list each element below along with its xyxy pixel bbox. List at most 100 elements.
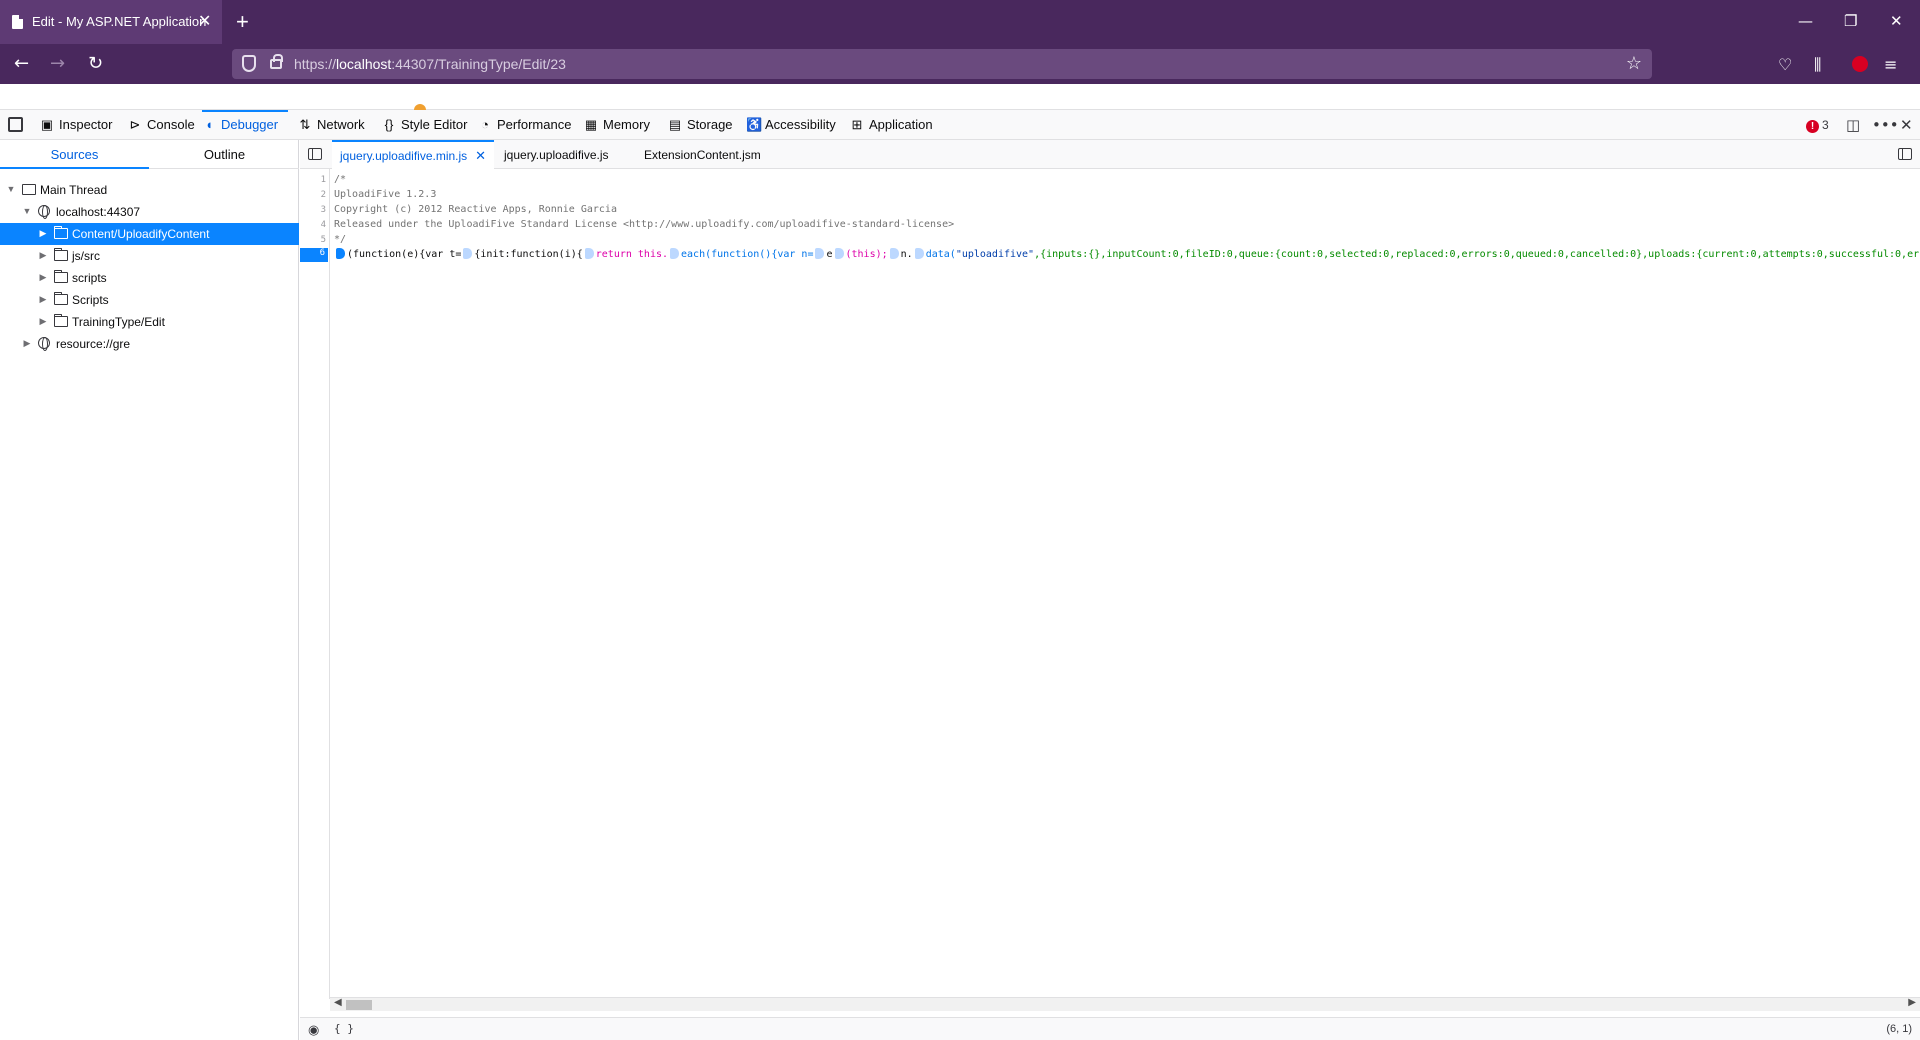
reload-icon[interactable]: ↻: [88, 53, 103, 74]
tab-console[interactable]: ⊳ Console: [128, 110, 195, 140]
breakpoint-position-marker[interactable]: [889, 248, 899, 259]
tracking-protection-icon[interactable]: [242, 55, 256, 72]
window-icon: [22, 184, 36, 195]
tree-node-uploadify-content[interactable]: ▶ Content/UploadifyContent: [0, 223, 299, 245]
url-text[interactable]: https://localhost:44307/TrainingType/Edi…: [294, 56, 566, 72]
tab-inspector[interactable]: ▣ Inspector: [40, 110, 113, 140]
globe-icon: [38, 205, 50, 219]
line-number[interactable]: 1: [300, 175, 326, 185]
editor-tab-uploadifive-min[interactable]: jquery.uploadifive.min.js ✕: [332, 140, 495, 169]
tab-style-editor[interactable]: {} Style Editor: [382, 110, 468, 140]
code-line[interactable]: */: [334, 234, 346, 245]
toggle-sources-pane-icon[interactable]: [308, 148, 322, 160]
minimize-icon[interactable]: —: [1798, 12, 1813, 30]
browser-tab-active[interactable]: Edit - My ASP.NET Application ✕: [0, 0, 222, 44]
scroll-left-icon[interactable]: ◀: [334, 997, 342, 1008]
code-line[interactable]: Copyright (c) 2012 Reactive Apps, Ronnie…: [334, 204, 617, 215]
editor-tab-label: jquery.uploadifive.min.js: [340, 149, 468, 163]
tab-debugger[interactable]: ◖ Debugger: [202, 110, 288, 140]
error-count-badge[interactable]: ! 3: [1806, 118, 1829, 133]
code-line[interactable]: /*: [334, 174, 346, 185]
line-number[interactable]: 5: [300, 235, 326, 245]
breakpoint-line-number[interactable]: 6: [300, 248, 328, 262]
scroll-right-icon[interactable]: ▶: [1908, 997, 1916, 1008]
close-devtools-icon[interactable]: ✕: [1900, 116, 1913, 134]
more-options-icon[interactable]: •••: [1872, 116, 1899, 134]
line-number-gutter[interactable]: [300, 169, 330, 999]
close-tab-icon[interactable]: ✕: [198, 11, 211, 30]
blackbox-eye-icon[interactable]: ◉: [308, 1022, 319, 1038]
pocket-icon[interactable]: ♡: [1778, 55, 1792, 74]
breakpoint-position-marker[interactable]: [670, 248, 680, 259]
tree-node-localhost[interactable]: ▼ localhost:44307: [0, 201, 299, 223]
lock-icon[interactable]: [270, 54, 283, 69]
url-bar[interactable]: https://localhost:44307/TrainingType/Edi…: [232, 49, 1652, 79]
expand-arrow-icon[interactable]: ▼: [6, 184, 16, 194]
tree-node-js-src[interactable]: ▶ js/src: [0, 245, 299, 267]
breakpoint-position-marker[interactable]: [584, 248, 594, 259]
editor-tab-extension-content[interactable]: ExtensionContent.jsm: [644, 140, 761, 169]
folder-icon: [54, 248, 68, 261]
code-token: return this.: [595, 249, 669, 260]
pretty-print-button[interactable]: { }: [334, 1022, 354, 1035]
inspector-icon: ▣: [40, 117, 54, 132]
tab-sources[interactable]: Sources: [0, 140, 149, 169]
editor-footer: ◉ { } (6, 1): [300, 1017, 1920, 1040]
editor-tab-uploadifive[interactable]: jquery.uploadifive.js: [504, 140, 609, 169]
collapse-arrow-icon[interactable]: ▶: [38, 250, 48, 261]
tab-storage[interactable]: ▤ Storage: [668, 110, 733, 140]
scrollbar-thumb[interactable]: [346, 1000, 372, 1010]
breakpoint-marker[interactable]: [336, 248, 345, 259]
line-number[interactable]: 3: [300, 205, 326, 215]
breakpoint-position-marker[interactable]: [815, 248, 825, 259]
code-token: "uploadifive": [955, 249, 1035, 260]
breakpoint-position-marker[interactable]: [834, 248, 844, 259]
tab-performance[interactable]: ◔ Performance: [478, 110, 571, 140]
horizontal-scrollbar[interactable]: ◀ ▶: [330, 997, 1920, 1011]
code-line[interactable]: Released under the UploadiFive Standard …: [334, 219, 954, 230]
collapse-arrow-icon[interactable]: ▶: [38, 294, 48, 305]
code-line[interactable]: UploadiFive 1.2.3: [334, 189, 436, 200]
forward-icon[interactable]: →: [50, 53, 65, 74]
menu-icon[interactable]: ≡: [1884, 55, 1897, 74]
tree-node-scripts-lower[interactable]: ▶ scripts: [0, 267, 299, 289]
back-icon[interactable]: ←: [14, 53, 29, 74]
new-tab-button[interactable]: +: [236, 9, 249, 35]
restore-icon[interactable]: ❐: [1844, 12, 1857, 30]
tree-node-trainingtype-edit[interactable]: ▶ TrainingType/Edit: [0, 311, 299, 333]
sources-pane: Sources Outline ▼ Main Thread ▼ localhos…: [0, 140, 299, 1040]
performance-icon: ◔: [481, 117, 489, 132]
extension-icon[interactable]: [1852, 56, 1868, 72]
tree-node-resource-gre[interactable]: ▶ resource://gre: [0, 333, 299, 355]
dock-side-icon[interactable]: ◫: [1846, 116, 1860, 134]
toggle-secondary-pane-icon[interactable]: [1898, 148, 1912, 160]
close-tab-icon[interactable]: ✕: [475, 148, 486, 163]
element-picker-icon[interactable]: [8, 117, 23, 132]
bookmark-star-icon[interactable]: ☆: [1626, 53, 1642, 74]
tab-accessibility[interactable]: ♿ Accessibility: [746, 110, 836, 140]
tree-node-scripts-upper[interactable]: ▶ Scripts: [0, 289, 299, 311]
cursor-position: (6, 1): [1886, 1023, 1912, 1035]
collapse-arrow-icon[interactable]: ▶: [38, 228, 48, 239]
line-number[interactable]: 2: [300, 190, 326, 200]
editor-tabs: jquery.uploadifive.min.js ✕ jquery.upload…: [300, 140, 1920, 169]
tab-outline[interactable]: Outline: [150, 140, 299, 169]
tab-application[interactable]: ⊞ Application: [850, 110, 933, 140]
tab-network[interactable]: ⇅ Network: [298, 110, 365, 140]
breakpoint-position-marker[interactable]: [914, 248, 924, 259]
expand-arrow-icon[interactable]: ▼: [22, 206, 32, 216]
tab-memory[interactable]: ▦ Memory: [584, 110, 650, 140]
tree-node-main-thread[interactable]: ▼ Main Thread: [0, 179, 299, 201]
code-line-breakpoint[interactable]: (function(e){var t= {init:function(i){ret…: [334, 248, 1920, 260]
collapse-arrow-icon[interactable]: ▶: [22, 338, 32, 349]
storage-icon: ▤: [668, 117, 682, 132]
collapse-arrow-icon[interactable]: ▶: [38, 272, 48, 283]
page-icon: [12, 15, 23, 29]
close-window-icon[interactable]: ✕: [1890, 12, 1903, 30]
breakpoint-position-marker[interactable]: [463, 248, 473, 259]
devtools-toolbar: ▣ Inspector ⊳ Console ◖ Debugger ⇅ Network {…: [0, 110, 1920, 140]
library-icon[interactable]: ⫼: [1814, 55, 1821, 75]
collapse-arrow-icon[interactable]: ▶: [38, 316, 48, 327]
line-number[interactable]: 4: [300, 220, 326, 230]
folder-icon: [54, 314, 68, 327]
